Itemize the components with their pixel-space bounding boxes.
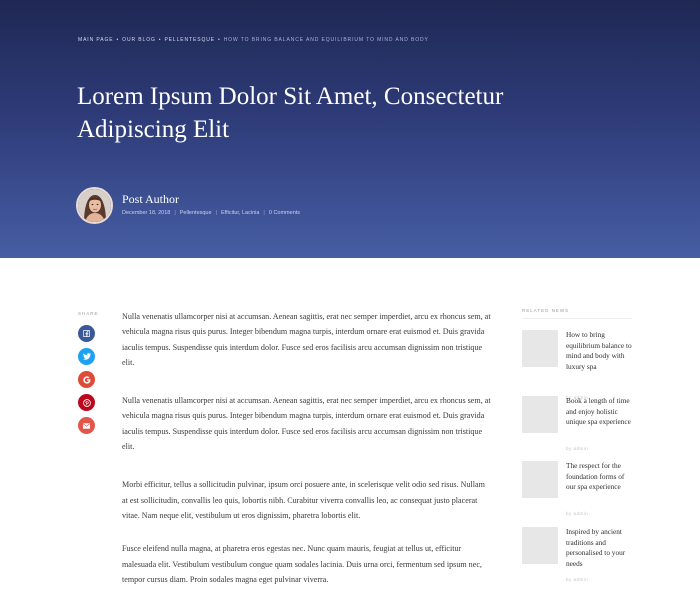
- author-name[interactable]: Post Author: [122, 192, 179, 207]
- breadcrumb-category[interactable]: Pellentesque: [164, 37, 215, 43]
- meta-separator: |: [263, 210, 265, 216]
- share-label: Share: [78, 311, 99, 316]
- post-category-link[interactable]: Pellentesque: [180, 210, 212, 216]
- share-buttons: [78, 325, 95, 440]
- share-pinterest-button[interactable]: [78, 394, 95, 411]
- pinterest-icon: [82, 398, 91, 407]
- post-date: December 18, 2018: [122, 210, 171, 216]
- news-title[interactable]: Book a length of time and enjoy holistic…: [566, 396, 634, 428]
- article-paragraph: Morbi efficitur, tellus a sollicitudin p…: [122, 480, 485, 520]
- breadcrumb-separator: •: [158, 37, 162, 43]
- breadcrumb-our-blog[interactable]: Our blog: [122, 37, 156, 43]
- news-author: by admin: [566, 446, 589, 451]
- related-news-item[interactable]: How to bring equilibrium balance to mind…: [522, 330, 634, 400]
- share-twitter-button[interactable]: [78, 348, 95, 365]
- email-icon: [83, 422, 90, 429]
- breadcrumb-separator: •: [116, 37, 120, 43]
- related-news-heading: Related News: [522, 308, 632, 319]
- related-news-item[interactable]: Book a length of time and enjoy holistic…: [522, 396, 634, 456]
- article-body: Nulla venenatis ullamcorper nisi at accu…: [122, 309, 492, 590]
- news-title[interactable]: Inspired by ancient traditions and perso…: [566, 527, 634, 569]
- news-thumbnail[interactable]: [522, 527, 558, 564]
- post-comments-link[interactable]: 0 Comments: [269, 210, 300, 216]
- share-google-button[interactable]: [78, 371, 95, 388]
- post-tags-link[interactable]: Efficitur, Lacinia: [221, 210, 259, 216]
- article-paragraph: Nulla venenatis ullamcorper nisi at accu…: [122, 312, 491, 367]
- meta-separator: |: [215, 210, 217, 216]
- breadcrumb-current-page: How to bring balance and equilibrium to …: [223, 37, 429, 43]
- news-title[interactable]: The respect for the foundation forms of …: [566, 461, 634, 493]
- twitter-icon: [82, 353, 91, 360]
- related-news-item[interactable]: Inspired by ancient traditions and perso…: [522, 527, 634, 587]
- breadcrumb-separator: •: [217, 37, 221, 43]
- news-thumbnail[interactable]: [522, 461, 558, 498]
- article-paragraph: Fusce eleifend nulla magna, at pharetra …: [122, 544, 482, 584]
- author-avatar[interactable]: [76, 187, 113, 224]
- breadcrumb-main-page[interactable]: Main page: [78, 37, 114, 43]
- article-paragraph: Nulla venenatis ullamcorper nisi at accu…: [122, 396, 491, 452]
- related-news-item[interactable]: The respect for the foundation forms of …: [522, 461, 634, 521]
- breadcrumb: Main page • Our blog • Pellentesque • How to b…: [78, 37, 429, 43]
- news-author: by admin: [566, 511, 589, 516]
- post-hero-banner: Main page • Our blog • Pellentesque • How to b…: [0, 0, 700, 258]
- news-thumbnail[interactable]: [522, 396, 558, 433]
- post-meta: December 18, 2018 | Pellentesque | Efficitur…: [122, 210, 300, 216]
- related-news-sidebar: Related News How to bring equilibrium ba…: [522, 308, 634, 582]
- news-title[interactable]: How to bring equilibrium balance to mind…: [566, 330, 634, 372]
- news-thumbnail[interactable]: [522, 330, 558, 367]
- news-author: by admin: [566, 577, 589, 582]
- google-icon: [82, 375, 91, 384]
- post-title: Lorem Ipsum Dolor Sit Amet, Consectetur …: [77, 83, 504, 143]
- share-facebook-button[interactable]: [78, 325, 95, 342]
- meta-separator: |: [174, 210, 176, 216]
- share-email-button[interactable]: [78, 417, 95, 434]
- facebook-icon: [83, 330, 90, 337]
